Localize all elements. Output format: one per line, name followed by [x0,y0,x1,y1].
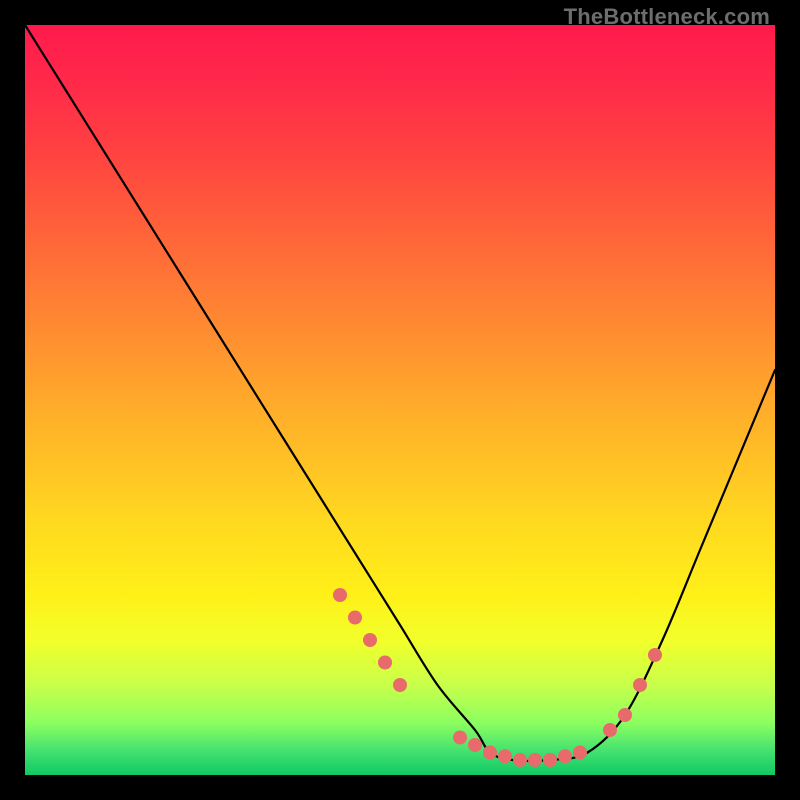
curve-layer [25,25,775,775]
highlight-dot [453,731,467,745]
highlight-dot [498,749,512,763]
highlight-dot [333,588,347,602]
highlight-dot [468,738,482,752]
chart-stage: TheBottleneck.com [0,0,800,800]
highlight-dot [648,648,662,662]
highlight-dot [513,753,527,767]
highlight-dot [633,678,647,692]
highlight-dot [393,678,407,692]
highlight-dot [483,746,497,760]
highlight-dot [528,753,542,767]
highlight-dot [573,746,587,760]
highlight-dot [618,708,632,722]
highlight-dot [363,633,377,647]
highlight-dot [543,753,557,767]
highlight-dot [348,611,362,625]
highlight-dots [333,588,662,767]
highlight-dot [603,723,617,737]
bottleneck-curve [25,25,775,761]
highlight-dot [378,656,392,670]
highlight-dot [558,749,572,763]
gradient-plot-area [25,25,775,775]
